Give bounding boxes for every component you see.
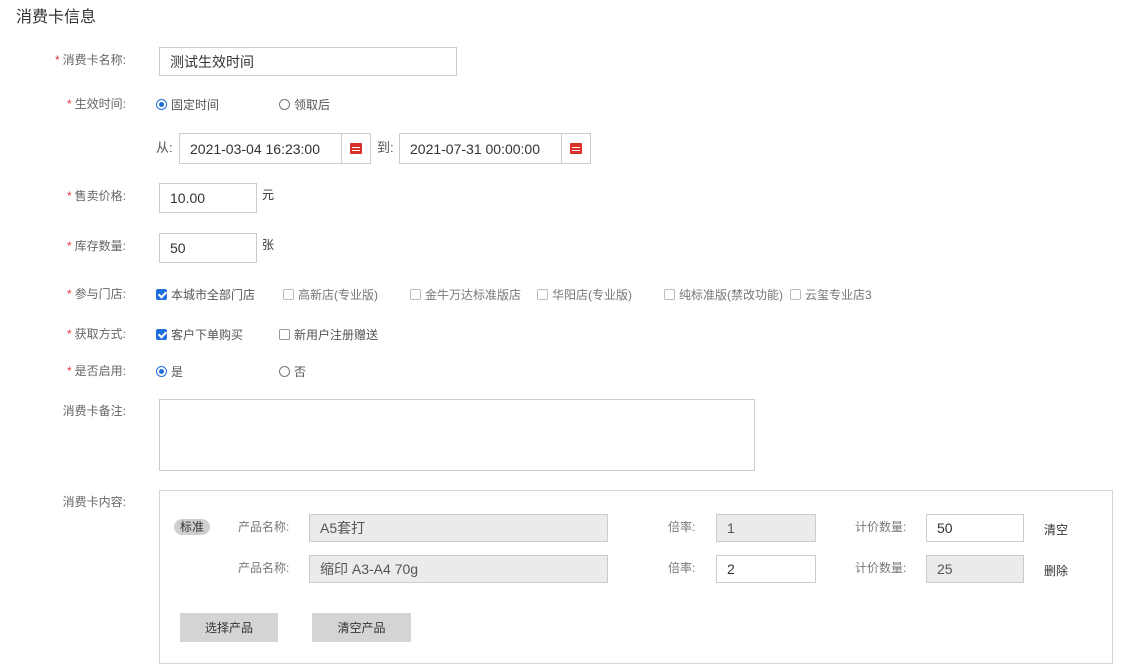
select-product-button[interactable]: 选择产品 bbox=[180, 613, 278, 642]
quantity-field[interactable]: 25 bbox=[926, 555, 1024, 583]
store-checkbox-gaoxin[interactable]: 高新店(专业版) bbox=[283, 286, 378, 303]
checkbox-checked-icon bbox=[156, 289, 167, 300]
product-name-field[interactable]: 缩印 A3-A4 70g bbox=[309, 555, 608, 583]
remark-label: 消费卡备注: bbox=[62, 404, 126, 418]
from-label: 从: bbox=[156, 140, 173, 155]
radio-after-receive[interactable]: 领取后 bbox=[279, 96, 330, 113]
checkbox-unchecked-icon bbox=[537, 289, 548, 300]
checkbox-unchecked-icon bbox=[283, 289, 294, 300]
store-checkbox-standard[interactable]: 纯标准版(禁改功能) bbox=[664, 286, 783, 303]
quantity-label: 计价数量: bbox=[855, 561, 907, 575]
remark-textarea[interactable] bbox=[159, 399, 755, 471]
enabled-label: * 是否启用: bbox=[66, 364, 126, 378]
ratio-label: 倍率: bbox=[668, 561, 696, 575]
radio-enabled-yes[interactable]: 是 bbox=[156, 363, 183, 380]
radio-fixed-time[interactable]: 固定时间 bbox=[156, 96, 219, 113]
product-name-label: 产品名称: bbox=[238, 561, 290, 575]
card-name-input[interactable]: 测试生效时间 bbox=[159, 47, 457, 76]
clear-products-button[interactable]: 清空产品 bbox=[312, 613, 411, 642]
delete-row-link[interactable]: 删除 bbox=[1044, 562, 1068, 579]
store-checkbox-jinniu[interactable]: 金牛万达标准版店 bbox=[410, 286, 521, 303]
page-title: 消费卡信息 bbox=[16, 9, 97, 26]
method-checkbox-register[interactable]: 新用户注册赠送 bbox=[279, 326, 378, 343]
to-label: 到: bbox=[377, 140, 394, 155]
ratio-field[interactable]: 1 bbox=[716, 514, 816, 542]
radio-selected-icon bbox=[156, 99, 167, 110]
quantity-label: 计价数量: bbox=[855, 520, 907, 534]
quantity-input[interactable]: 50 bbox=[926, 514, 1024, 542]
product-name-label: 产品名称: bbox=[238, 520, 290, 534]
radio-unselected-icon bbox=[279, 366, 290, 377]
store-checkbox-all[interactable]: 本城市全部门店 bbox=[156, 286, 255, 303]
card-name-label: * 消费卡名称: bbox=[54, 53, 126, 67]
radio-selected-icon bbox=[156, 366, 167, 377]
calendar-icon bbox=[570, 143, 582, 154]
start-calendar-button[interactable] bbox=[342, 133, 371, 164]
store-checkbox-huayang[interactable]: 华阳店(专业版) bbox=[537, 286, 632, 303]
checkbox-checked-icon bbox=[156, 329, 167, 340]
ratio-input[interactable]: 2 bbox=[716, 555, 816, 583]
start-date-input[interactable]: 2021-03-04 16:23:00 bbox=[179, 133, 342, 164]
radio-enabled-no[interactable]: 否 bbox=[279, 363, 306, 380]
method-checkbox-purchase[interactable]: 客户下单购买 bbox=[156, 326, 243, 343]
radio-unselected-icon bbox=[279, 99, 290, 110]
stock-unit: 张 bbox=[262, 238, 275, 252]
end-calendar-button[interactable] bbox=[562, 133, 591, 164]
standard-tag: 标准 bbox=[174, 519, 211, 535]
price-input[interactable]: 10.00 bbox=[159, 183, 257, 213]
checkbox-unchecked-icon bbox=[664, 289, 675, 300]
stores-label: * 参与门店: bbox=[66, 287, 126, 301]
checkbox-unchecked-icon bbox=[410, 289, 421, 300]
method-label: * 获取方式: bbox=[66, 327, 126, 341]
calendar-icon bbox=[350, 143, 362, 154]
stock-label: * 库存数量: bbox=[66, 239, 126, 253]
ratio-label: 倍率: bbox=[668, 520, 696, 534]
product-name-field[interactable]: A5套打 bbox=[309, 514, 608, 542]
content-label: 消费卡内容: bbox=[62, 495, 126, 509]
checkbox-unchecked-icon bbox=[790, 289, 801, 300]
effective-time-label: * 生效时间: bbox=[66, 97, 126, 111]
price-label: * 售卖价格: bbox=[66, 189, 126, 203]
checkbox-unchecked-icon bbox=[279, 329, 290, 340]
end-date-input[interactable]: 2021-07-31 00:00:00 bbox=[399, 133, 562, 164]
clear-row-link[interactable]: 清空 bbox=[1044, 521, 1068, 538]
price-unit: 元 bbox=[262, 188, 275, 202]
stock-input[interactable]: 50 bbox=[159, 233, 257, 263]
store-checkbox-yunxi[interactable]: 云玺专业店3 bbox=[790, 286, 872, 303]
